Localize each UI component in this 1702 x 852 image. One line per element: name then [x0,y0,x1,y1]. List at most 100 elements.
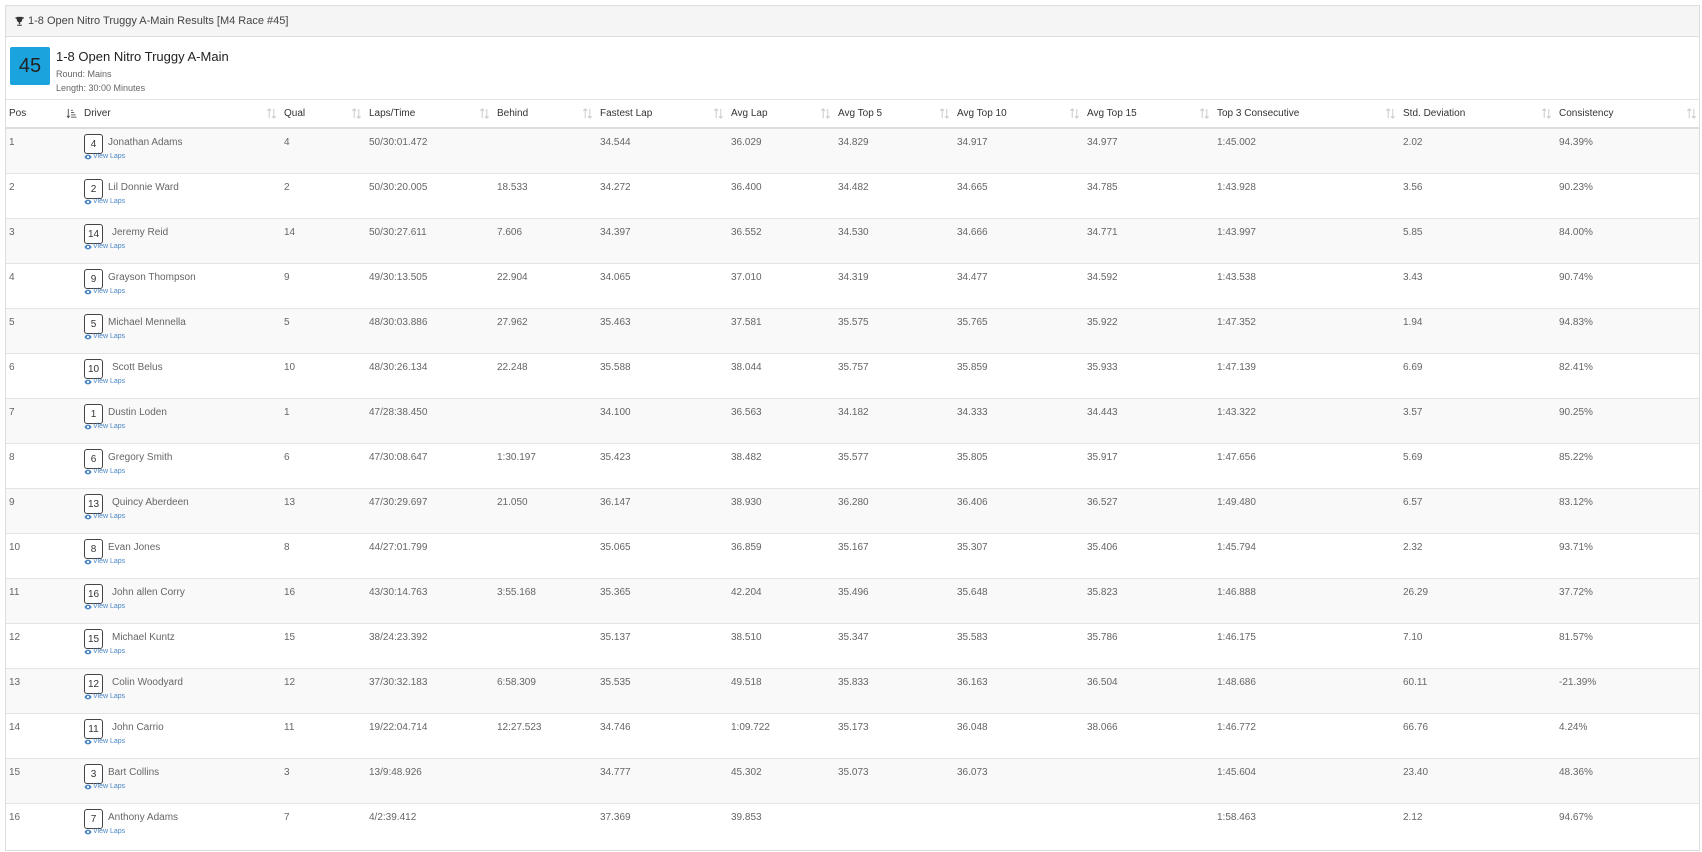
race-title: 1-8 Open Nitro Truggy A-Main [56,49,229,64]
eye-icon [84,514,92,519]
fastest-lap-cell: 35.365 [600,587,631,598]
std-deviation-cell: 23.40 [1403,767,1429,778]
laps-time-cell: 50/30:27.611 [369,227,427,238]
laps-time-cell: 48/30:03.886 [369,317,428,328]
sort-ascending-icon[interactable] [66,108,77,119]
driver-name: John allen Corry [112,587,185,598]
view-laps-link[interactable]: View Laps [84,738,125,745]
view-laps-link[interactable]: View Laps [84,648,125,655]
column-header-behind[interactable]: Behind [494,100,597,129]
sort-icon[interactable] [1541,108,1552,119]
avg-top-5-cell: 35.833 [838,677,869,688]
driver-info: 8 Evan Jones View Laps [84,539,281,578]
fastest-lap-cell: 35.588 [600,362,631,373]
eye-icon [84,739,92,744]
avg-lap-cell: 36.029 [731,137,762,148]
view-laps-link[interactable]: View Laps [84,783,125,790]
avg-top-5-cell: 35.073 [838,767,869,778]
sort-icon[interactable] [582,108,593,119]
sort-icon[interactable] [820,108,831,119]
column-header-fastest-lap[interactable]: Fastest Lap [597,100,728,129]
view-laps-link[interactable]: View Laps [84,558,125,565]
laps-time-cell: 4/2:39.412 [369,812,417,823]
view-laps-link[interactable]: View Laps [84,423,125,430]
position-cell: 9 [9,497,15,508]
std-deviation-cell: 6.69 [1403,362,1423,373]
avg-top-15-cell: 35.406 [1087,542,1118,553]
table-row: 7 1 Dustin Loden View Laps 1 47/28:38.450 34.1… [6,398,1699,444]
view-laps-link[interactable]: View Laps [84,378,125,385]
view-laps-link[interactable]: View Laps [84,333,125,340]
column-header-label: Avg Top 15 [1087,108,1137,119]
eye-icon [84,424,92,429]
qual-cell: 12 [284,677,296,688]
avg-top-10-cell: 34.917 [957,137,988,148]
table-row: 14 11 John Carrio View Laps 11 19/22:04.714 12… [6,713,1699,759]
column-header-avg-top-5[interactable]: Avg Top 5 [835,100,954,129]
column-header-driver[interactable]: Driver [81,100,281,129]
sort-icon[interactable] [479,108,490,119]
column-header-avg-lap[interactable]: Avg Lap [728,100,835,129]
std-deviation-cell: 7.10 [1403,632,1423,643]
sort-icon[interactable] [939,108,950,119]
car-number: 3 [84,764,103,784]
qual-cell: 10 [284,362,296,373]
column-header-laps-time[interactable]: Laps/Time [366,100,494,129]
sort-icon[interactable] [351,108,362,119]
view-laps-link[interactable]: View Laps [84,288,125,295]
sort-icon[interactable] [713,108,724,119]
behind-cell: 21.050 [497,497,528,508]
fastest-lap-cell: 35.137 [600,632,631,643]
view-laps-link[interactable]: View Laps [84,828,125,835]
laps-time-cell: 47/28:38.450 [369,407,428,418]
avg-top-5-cell: 35.167 [838,542,869,553]
sort-icon[interactable] [1069,108,1080,119]
position-cell: 1 [9,137,15,148]
column-header-avg-top-10[interactable]: Avg Top 10 [954,100,1084,129]
view-laps-link[interactable]: View Laps [84,693,125,700]
std-deviation-cell: 66.76 [1403,722,1429,733]
column-header-avg-top-15[interactable]: Avg Top 15 [1084,100,1214,129]
trophy-icon [14,16,25,26]
column-header-pos[interactable]: Pos [6,100,81,129]
view-laps-link[interactable]: View Laps [84,198,125,205]
sort-icon[interactable] [1199,108,1210,119]
column-header-std-deviation[interactable]: Std. Deviation [1400,100,1556,129]
behind-cell: 22.248 [497,362,528,373]
driver-cell: 15 Michael Kuntz View Laps [81,624,281,669]
sort-icon[interactable] [1385,108,1396,119]
column-header-consistency[interactable]: Consistency [1556,100,1699,129]
column-header-qual[interactable]: Qual [281,100,366,129]
driver-name: Evan Jones [108,542,161,553]
behind-cell [494,399,597,444]
eye-icon [84,649,92,654]
fastest-lap-cell: 34.544 [600,137,631,148]
avg-top-10-cell [954,804,1084,849]
view-laps-link[interactable]: View Laps [84,603,125,610]
view-laps-label: View Laps [93,738,126,745]
driver-cell: 13 Quincy Aberdeen View Laps [81,489,281,534]
view-laps-link[interactable]: View Laps [84,468,125,475]
column-header-label: Top 3 Consecutive [1217,108,1300,119]
table-row: 1 4 Jonathan Adams View Laps 4 50/30:01.472 34… [6,128,1699,174]
sort-icon[interactable] [266,108,277,119]
consistency-cell: 48.36% [1559,767,1593,778]
sort-icon[interactable] [1686,108,1697,119]
avg-top-5-cell [835,804,954,849]
avg-top-15-cell: 34.771 [1087,227,1118,238]
view-laps-link[interactable]: View Laps [84,243,125,250]
car-number: 10 [84,359,103,379]
view-laps-link[interactable]: View Laps [84,153,125,160]
column-header-top-3-consecutive[interactable]: Top 3 Consecutive [1214,100,1400,129]
avg-top-15-cell: 36.504 [1087,677,1118,688]
laps-time-cell: 43/30:14.763 [369,587,428,598]
view-laps-label: View Laps [93,378,126,385]
behind-cell [494,759,597,804]
avg-top-15-cell: 34.592 [1087,272,1118,283]
view-laps-link[interactable]: View Laps [84,513,125,520]
column-header-label: Pos [9,108,27,119]
driver-cell: 9 Grayson Thompson View Laps [81,264,281,309]
driver-info: 13 Quincy Aberdeen View Laps [84,494,281,533]
eye-icon [84,379,92,384]
column-header-label: Laps/Time [369,108,416,119]
